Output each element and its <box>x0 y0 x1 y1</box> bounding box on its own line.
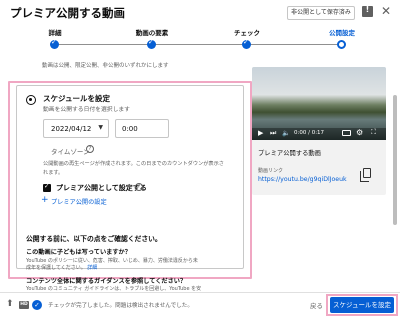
scroll-content: 動画は公開、限定公開、非公開のいずれかにします スケジュールを設定 動画を公開す… <box>0 55 400 292</box>
before-publish-heading: 公開する前に、以下の点をご確認ください。 <box>26 235 162 243</box>
kids-desc-line1: YouTube のポリシーに従い、危害、搾取、いじめ、暴力、労働法違反から未 <box>26 258 198 264</box>
dialog-title: プレミア公開する動画 <box>10 6 125 20</box>
preview-title: プレミア公開する動画 <box>258 150 321 157</box>
step-details[interactable]: 詳細 <box>15 28 95 49</box>
premiere-checkbox-label: プレミア公開として設定する <box>56 184 147 192</box>
time-input[interactable]: 0:00 <box>115 119 169 138</box>
step-video-elements[interactable]: 動画の要素 <box>112 28 192 49</box>
visibility-desc: 動画は公開、限定公開、非公開のいずれかにします <box>42 63 169 69</box>
kids-question: この動画に子どもは写っていますか？ <box>26 249 131 256</box>
guidelines-desc: YouTube のコミュニティ ガイドラインは、トラブルを回避し、YouTube… <box>26 286 202 292</box>
fullscreen-icon[interactable]: ⛶ <box>371 128 376 137</box>
video-link-label: 動画リンク <box>258 168 284 174</box>
timezone-desc-line1: 公開動画の再生ページが作成されます。この日までのカウントダウンが表示さ <box>43 161 224 167</box>
back-button[interactable]: 戻る <box>310 300 323 310</box>
premiere-checkbox[interactable] <box>43 182 51 192</box>
volume-icon[interactable]: 🔈 <box>282 129 290 137</box>
video-preview-card: ▶ ⏭ 🔈 0:00 / 0:17 ⚙ ⛶ プレミア公開する動画 動画リンク h… <box>252 67 386 195</box>
step-visibility-label: 公開設定 <box>329 29 355 37</box>
scrollbar[interactable] <box>392 55 398 292</box>
save-draft-button[interactable]: 非公開として保存済み <box>287 6 355 20</box>
check-message: チェックが完了しました。問題は検出されませんでした。 <box>48 303 193 309</box>
date-select[interactable]: 2022/04/12 ▼ <box>43 119 109 138</box>
copy-icon[interactable] <box>360 168 371 182</box>
kids-desc-line2: 成年を保護してください。 詳細 <box>26 264 97 271</box>
step-current-icon <box>337 40 346 49</box>
video-link[interactable]: https://youtu.be/g9qiDlJoeuk <box>258 176 347 183</box>
time-readout: 0:00 / 0:17 <box>294 130 325 136</box>
schedule-description: 動画を公開する日付を選択します <box>43 107 130 113</box>
dropdown-caret-icon: ▼ <box>98 124 103 131</box>
upload-icon: ⬆ <box>6 299 14 309</box>
timezone-desc-line2: れます。 <box>43 170 64 176</box>
premiere-settings-link[interactable]: プレミア公開の設定 <box>51 197 107 206</box>
schedule-radio[interactable] <box>26 95 36 105</box>
learn-more-link[interactable]: 詳細 <box>87 265 97 271</box>
guidelines-question: コンテンツ全体に関するガイダンスを参照してください？ <box>26 278 187 285</box>
stepper-line <box>55 44 345 45</box>
scrollbar-thumb[interactable] <box>393 95 397 225</box>
captions-icon[interactable] <box>342 130 351 136</box>
schedule-title: スケジュールを設定 <box>43 94 110 103</box>
step-visibility[interactable]: 公開設定 <box>302 28 382 49</box>
play-icon[interactable]: ▶ <box>258 129 263 137</box>
check-done-icon: ✓ <box>32 300 42 310</box>
step-done-icon <box>242 38 251 49</box>
feedback-icon[interactable] <box>362 5 373 17</box>
dialog-header: プレミア公開する動画 非公開として保存済み ✕ <box>0 0 400 26</box>
dialog-footer: ⬆ HD ✓ チェックが完了しました。問題は検出されませんでした。 戻る スケジ… <box>0 292 400 317</box>
hd-icon: HD <box>19 301 29 309</box>
step-done-icon <box>50 38 59 49</box>
help-icon[interactable]: ? <box>86 145 94 153</box>
gear-icon[interactable]: ⚙ <box>356 128 363 137</box>
schedule-button[interactable]: スケジュールを設定 <box>330 297 394 313</box>
date-value: 2022/04/12 <box>51 125 92 133</box>
help-icon[interactable]: ? <box>135 183 143 191</box>
step-done-icon <box>147 38 156 49</box>
skip-next-icon[interactable]: ⏭ <box>270 129 276 138</box>
close-icon[interactable]: ✕ <box>381 4 391 18</box>
step-checks[interactable]: チェック <box>207 28 287 49</box>
plus-icon: + <box>41 195 49 205</box>
upload-stepper: 詳細 動画の要素 チェック 公開設定 <box>0 28 400 52</box>
timezone-label: タイムゾーン <box>51 148 90 156</box>
kids-desc-text: 成年を保護してください。 <box>26 265 86 271</box>
